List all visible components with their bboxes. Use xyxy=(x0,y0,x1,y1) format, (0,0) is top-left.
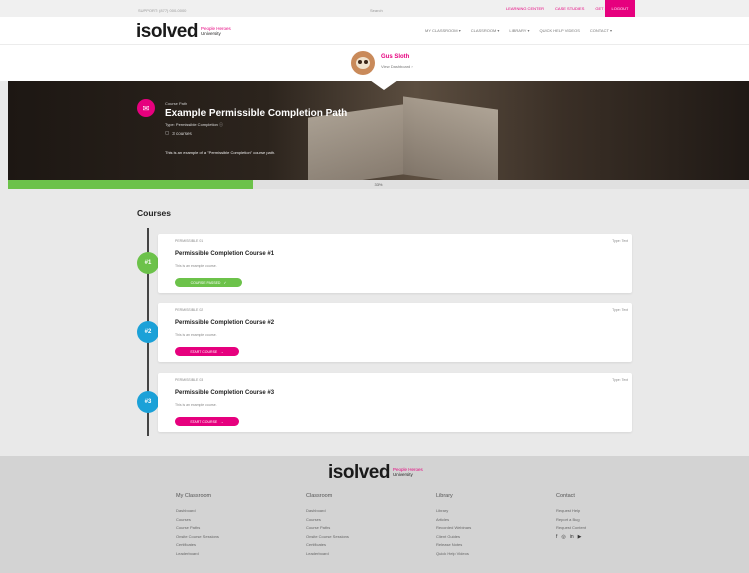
footer-link[interactable]: Recorded Webinars xyxy=(436,524,471,533)
facebook-icon[interactable]: f xyxy=(556,534,557,540)
footer-link[interactable]: Client Guides xyxy=(436,533,471,542)
footer-heading: Library xyxy=(436,493,453,499)
course-title[interactable]: Permissible Completion Course #2 xyxy=(175,320,274,326)
course-type: Type: Text xyxy=(612,378,628,382)
footer: isolved People Heroes University My Clas… xyxy=(0,456,749,573)
nav-contact[interactable]: CONTACT ▾ xyxy=(590,28,612,33)
nav-library[interactable]: LIBRARY ▾ xyxy=(509,28,529,33)
footer-link[interactable]: Request Content xyxy=(556,524,586,533)
footer-link[interactable]: Courses xyxy=(176,516,219,525)
footer-link[interactable]: Report a Bug xyxy=(556,516,586,525)
progress-percent: 33% xyxy=(374,182,383,187)
footer-link[interactable]: Leaderboard xyxy=(306,550,349,559)
footer-heading: My Classroom xyxy=(176,493,212,499)
path-type-label: Course Path xyxy=(165,101,188,106)
course-code: PERMISSIBLE 02 xyxy=(175,308,204,312)
course-card-1[interactable]: PERMISSIBLE 01 Type: Text Permissible Co… xyxy=(158,234,632,293)
footer-col-library: Library Library Articles Recorded Webina… xyxy=(436,493,471,558)
course-type: Type: Text xyxy=(612,239,628,243)
instagram-icon[interactable]: ◎ xyxy=(561,534,565,540)
course-path-icon: ✉ xyxy=(137,99,155,117)
start-course-label: START COURSE xyxy=(190,419,218,424)
footer-col-contact: Contact Request Help Report a Bug Reques… xyxy=(556,493,586,540)
footer-link[interactable]: Quick Help Videos xyxy=(436,550,471,559)
utility-bar: SUPPORT: (877) 000-0000 Search LEARNING … xyxy=(0,0,749,17)
footer-col-classroom: Classroom Dashboard Courses Course Paths… xyxy=(306,493,349,558)
footer-link[interactable]: Course Paths xyxy=(306,524,349,533)
logo-line-2: University xyxy=(200,31,221,36)
course-count-text: 3 courses xyxy=(172,130,192,136)
arrow-right-icon: → xyxy=(220,419,224,424)
course-code: PERMISSIBLE 01 xyxy=(175,239,204,243)
user-name: Gus Sloth xyxy=(381,54,410,60)
footer-link[interactable]: Dashboard xyxy=(306,507,349,516)
course-description: This is an example course. xyxy=(175,403,217,407)
book-icon: ▢ xyxy=(165,130,170,135)
course-badge-1: #1 xyxy=(137,252,159,274)
logo-line-2: University xyxy=(392,472,413,477)
course-card-3[interactable]: PERMISSIBLE 03 Type: Text Permissible Co… xyxy=(158,373,632,432)
footer-link[interactable]: Library xyxy=(436,507,471,516)
footer-link[interactable]: Certificates xyxy=(306,541,349,550)
nav-menu: MY CLASSROOM ▾ CLASSROOM ▾ LIBRARY ▾ QUI… xyxy=(425,28,612,33)
course-passed-button[interactable]: COURSE PASSED ✓ xyxy=(175,278,242,287)
footer-link[interactable]: Articles xyxy=(436,516,471,525)
nav-my-classroom[interactable]: MY CLASSROOM ▾ xyxy=(425,28,461,33)
course-badge-2: #2 xyxy=(137,321,159,343)
path-description: This is an example of a "Permissible Com… xyxy=(165,150,276,155)
course-count: ▢ 3 courses xyxy=(165,130,192,136)
profile-strip: Gus Sloth View Dashboard › xyxy=(0,45,749,81)
start-course-button[interactable]: START COURSE → xyxy=(175,347,239,356)
chevron-down-icon xyxy=(370,81,398,90)
linkedin-icon[interactable]: in xyxy=(570,534,574,540)
footer-link[interactable]: Onsite Course Sessions xyxy=(176,533,219,542)
course-description: This is an example course. xyxy=(175,264,217,268)
course-code: PERMISSIBLE 03 xyxy=(175,378,204,382)
footer-link[interactable]: Leaderboard xyxy=(176,550,219,559)
course-type: Type: Text xyxy=(612,308,628,312)
course-badge-3: #3 xyxy=(137,391,159,413)
footer-heading: Contact xyxy=(556,493,575,499)
logo-wordmark: isolved xyxy=(328,462,390,483)
course-passed-label: COURSE PASSED xyxy=(190,280,221,285)
search-link[interactable]: Search xyxy=(370,8,383,13)
footer-heading: Classroom xyxy=(306,493,333,499)
youtube-icon[interactable]: ▶ xyxy=(578,534,582,540)
progress-bar: 33% xyxy=(8,180,749,189)
brand-logo[interactable]: isolved People Heroes University xyxy=(136,21,231,43)
course-path-hero: ✉ Course Path Example Permissible Comple… xyxy=(8,81,749,180)
course-card-2[interactable]: PERMISSIBLE 02 Type: Text Permissible Co… xyxy=(158,303,632,362)
case-studies-link[interactable]: CASE STUDIES xyxy=(555,6,584,11)
arrow-right-icon: → xyxy=(220,349,224,354)
avatar[interactable] xyxy=(351,51,375,75)
footer-col-my-classroom: My Classroom Dashboard Courses Course Pa… xyxy=(176,493,219,558)
footer-link[interactable]: Request Help xyxy=(556,507,586,516)
course-title[interactable]: Permissible Completion Course #1 xyxy=(175,251,274,257)
support-text: SUPPORT: (877) 000-0000 xyxy=(138,8,187,13)
footer-link[interactable]: Onsite Course Sessions xyxy=(306,533,349,542)
course-title[interactable]: Permissible Completion Course #3 xyxy=(175,390,274,396)
main-nav: isolved People Heroes University MY CLAS… xyxy=(0,17,749,45)
footer-link[interactable]: Release Notes xyxy=(436,541,471,550)
check-icon: ✓ xyxy=(223,280,227,285)
page-title: Example Permissible Completion Path xyxy=(165,108,348,119)
start-course-label: START COURSE xyxy=(190,349,218,354)
logo-wordmark: isolved xyxy=(136,21,198,42)
nav-quick-help-videos[interactable]: QUICK HELP VIDEOS xyxy=(540,28,580,33)
utility-links: LEARNING CENTER CASE STUDIES GET HELP xyxy=(506,6,615,11)
social-links: f ◎ in ▶ xyxy=(556,534,586,540)
courses-heading: Courses xyxy=(137,208,172,218)
logout-button[interactable]: LOGOUT xyxy=(605,0,635,17)
learning-center-link[interactable]: LEARNING CENTER xyxy=(506,6,544,11)
footer-logo[interactable]: isolved People Heroes University xyxy=(328,462,423,484)
view-dashboard-link[interactable]: View Dashboard › xyxy=(381,64,413,69)
footer-link[interactable]: Course Paths xyxy=(176,524,219,533)
footer-link[interactable]: Courses xyxy=(306,516,349,525)
start-course-button[interactable]: START COURSE → xyxy=(175,417,239,426)
path-completion-type: Type: Permissible Completion ⓘ xyxy=(165,122,224,127)
footer-link[interactable]: Dashboard xyxy=(176,507,219,516)
course-description: This is an example course. xyxy=(175,333,217,337)
nav-classroom[interactable]: CLASSROOM ▾ xyxy=(471,28,500,33)
footer-link[interactable]: Certificates xyxy=(176,541,219,550)
